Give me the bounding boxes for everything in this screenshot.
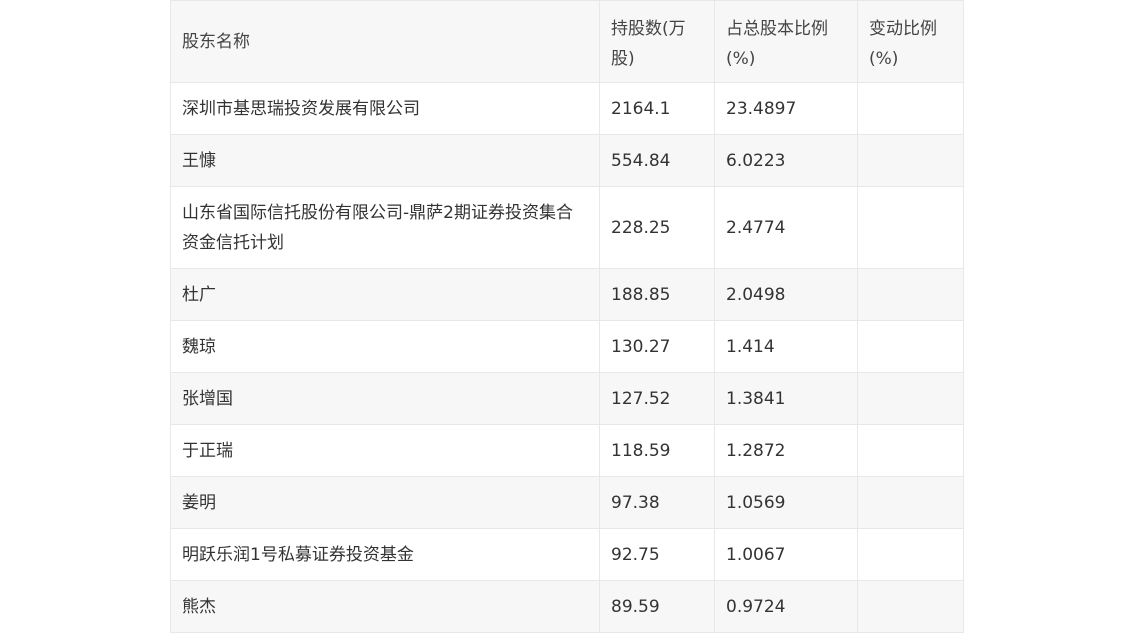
- cell-ratio: 23.4897: [714, 82, 858, 135]
- shareholder-table-container: 股东名称 持股数(万股) 占总股本比例(%) 变动比例(%) 深圳市基思瑞投资发…: [170, 0, 964, 633]
- cell-shareholder-name: 魏琼: [170, 320, 600, 373]
- table-row: 深圳市基思瑞投资发展有限公司 2164.1 23.4897: [170, 82, 964, 135]
- cell-ratio: 0.9724: [714, 580, 858, 633]
- cell-change: [857, 580, 964, 633]
- cell-shareholder-name: 山东省国际信托股份有限公司-鼎萨2期证券投资集合资金信托计划: [170, 186, 600, 269]
- cell-shares: 2164.1: [599, 82, 715, 135]
- table-row: 杜广 188.85 2.0498: [170, 268, 964, 321]
- header-shareholder-name: 股东名称: [170, 0, 600, 83]
- cell-change: [857, 372, 964, 425]
- cell-ratio: 2.4774: [714, 186, 858, 269]
- cell-change: [857, 268, 964, 321]
- cell-shares: 554.84: [599, 134, 715, 187]
- cell-change: [857, 528, 964, 581]
- header-change: 变动比例(%): [857, 0, 964, 83]
- cell-shares: 92.75: [599, 528, 715, 581]
- cell-shareholder-name: 熊杰: [170, 580, 600, 633]
- cell-shares: 127.52: [599, 372, 715, 425]
- table-row: 王慷 554.84 6.0223: [170, 134, 964, 187]
- table-row: 张增国 127.52 1.3841: [170, 372, 964, 425]
- cell-ratio: 2.0498: [714, 268, 858, 321]
- cell-shares: 118.59: [599, 424, 715, 477]
- cell-shares: 130.27: [599, 320, 715, 373]
- table-row: 魏琼 130.27 1.414: [170, 320, 964, 373]
- cell-ratio: 1.0569: [714, 476, 858, 529]
- table-row: 明跃乐润1号私募证券投资基金 92.75 1.0067: [170, 528, 964, 581]
- cell-shares: 228.25: [599, 186, 715, 269]
- cell-ratio: 1.0067: [714, 528, 858, 581]
- header-ratio: 占总股本比例(%): [714, 0, 858, 83]
- cell-shareholder-name: 明跃乐润1号私募证券投资基金: [170, 528, 600, 581]
- cell-change: [857, 82, 964, 135]
- cell-shareholder-name: 姜明: [170, 476, 600, 529]
- table-header-row: 股东名称 持股数(万股) 占总股本比例(%) 变动比例(%): [170, 0, 964, 83]
- cell-shareholder-name: 于正瑞: [170, 424, 600, 477]
- table-row: 山东省国际信托股份有限公司-鼎萨2期证券投资集合资金信托计划 228.25 2.…: [170, 186, 964, 269]
- cell-shareholder-name: 深圳市基思瑞投资发展有限公司: [170, 82, 600, 135]
- shareholder-table: 股东名称 持股数(万股) 占总股本比例(%) 变动比例(%) 深圳市基思瑞投资发…: [170, 0, 964, 633]
- cell-change: [857, 424, 964, 477]
- table-row: 于正瑞 118.59 1.2872: [170, 424, 964, 477]
- header-shares: 持股数(万股): [599, 0, 715, 83]
- cell-shares: 89.59: [599, 580, 715, 633]
- cell-ratio: 6.0223: [714, 134, 858, 187]
- cell-ratio: 1.2872: [714, 424, 858, 477]
- cell-shareholder-name: 杜广: [170, 268, 600, 321]
- cell-shares: 97.38: [599, 476, 715, 529]
- cell-change: [857, 134, 964, 187]
- cell-change: [857, 476, 964, 529]
- cell-ratio: 1.414: [714, 320, 858, 373]
- cell-ratio: 1.3841: [714, 372, 858, 425]
- table-row: 熊杰 89.59 0.9724: [170, 580, 964, 633]
- cell-shareholder-name: 张增国: [170, 372, 600, 425]
- table-row: 姜明 97.38 1.0569: [170, 476, 964, 529]
- cell-shareholder-name: 王慷: [170, 134, 600, 187]
- cell-change: [857, 186, 964, 269]
- cell-shares: 188.85: [599, 268, 715, 321]
- cell-change: [857, 320, 964, 373]
